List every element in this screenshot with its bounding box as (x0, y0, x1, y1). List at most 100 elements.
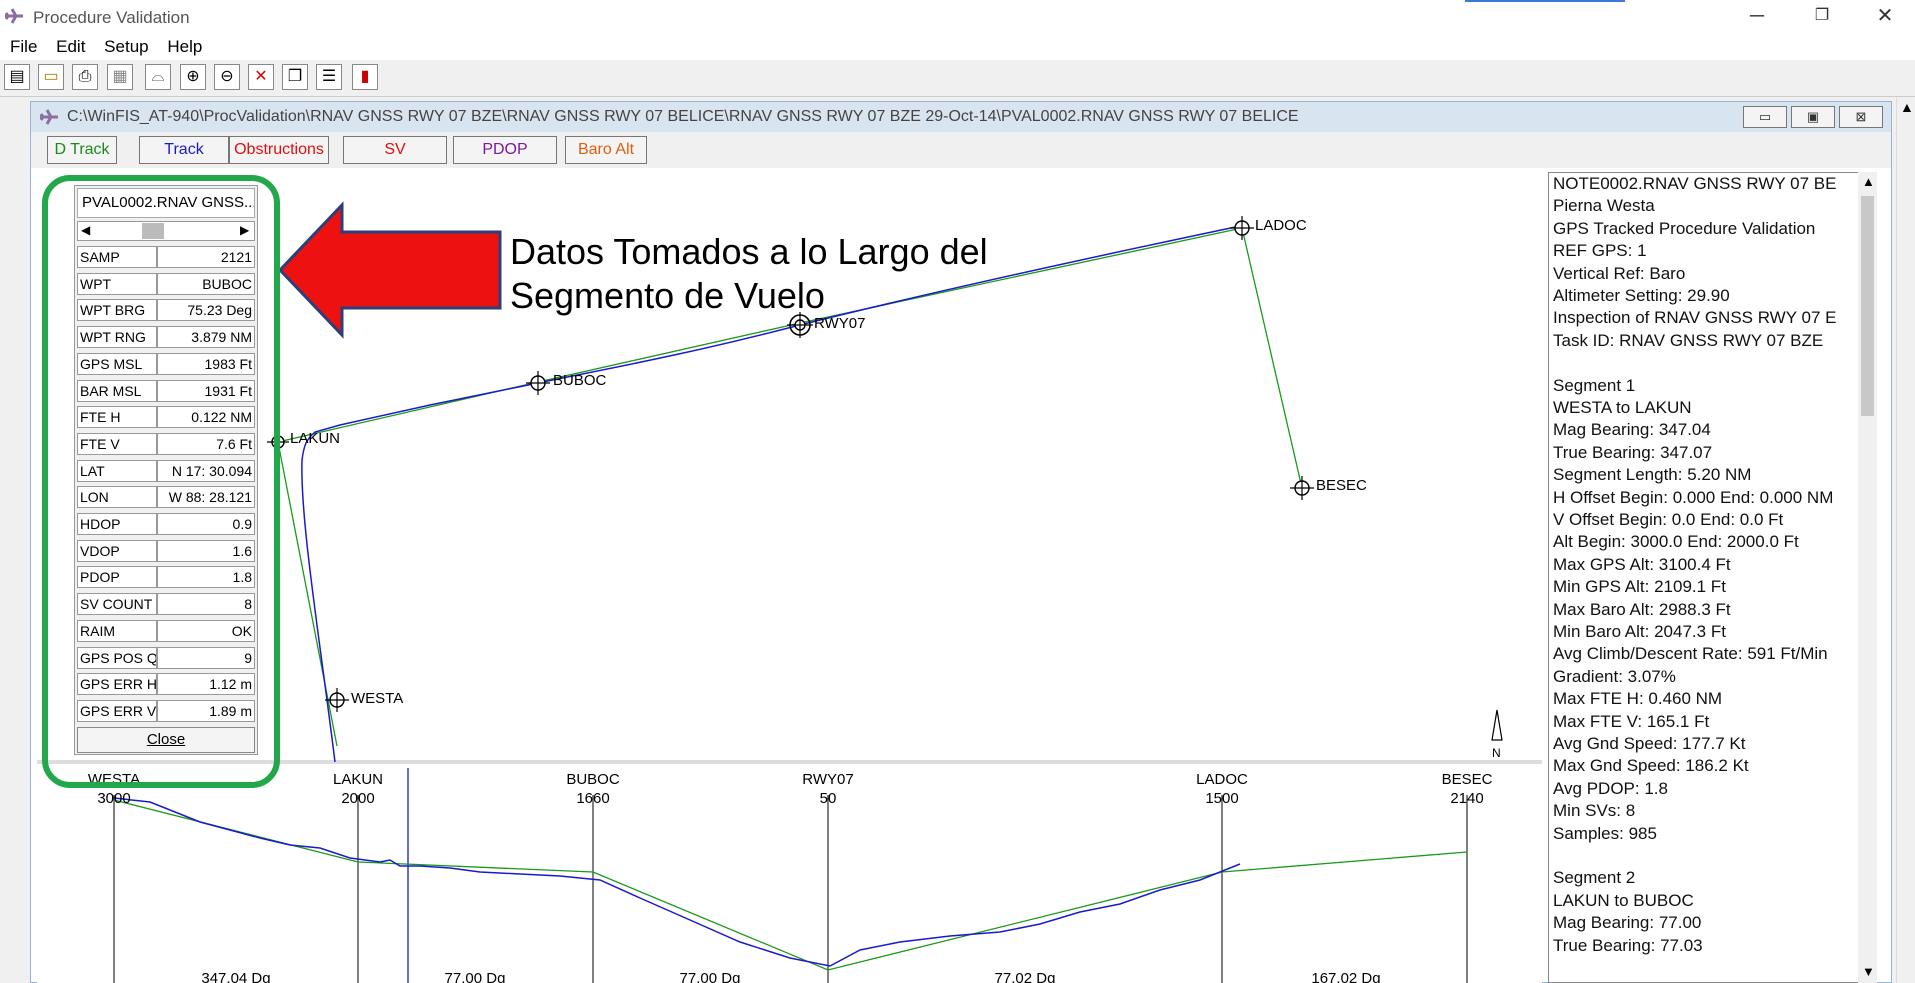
note-line: Vertical Ref: Baro (1553, 263, 1686, 283)
note-line: Max Baro Alt: 2988.3 Ft (1553, 599, 1731, 619)
annotation-line-1: Datos Tomados a lo Largo del (510, 231, 988, 272)
zoom-reset-icon[interactable]: ✕ (248, 64, 274, 90)
tab-baro-alt[interactable]: Baro Alt (565, 136, 647, 164)
waypoint-ladoc[interactable]: LADOC (1230, 216, 1307, 240)
menu-file[interactable]: File (10, 34, 37, 57)
child-restore-button[interactable]: ▣ (1791, 106, 1835, 128)
profile-station-name: LADOC (1196, 771, 1248, 788)
note-line: Alt Begin: 3000.0 End: 2000.0 Ft (1553, 532, 1799, 552)
segment-bearing: 77.02 Dg (995, 970, 1056, 983)
menu-edit[interactable]: Edit (56, 34, 85, 57)
notes-panel[interactable]: NOTE0002.RNAV GNSS RWY 07 BE Pierna Westa… (1548, 172, 1866, 983)
waypoint-label: BESEC (1316, 477, 1367, 494)
note-line: NOTE0002.RNAV GNSS RWY 07 BE (1553, 174, 1837, 193)
note-line: Mag Bearing: 347.04 (1553, 420, 1711, 440)
close-button[interactable]: ✕ (1858, 0, 1912, 34)
accent-line (1465, 0, 1625, 2)
profile-station-name: LAKUN (333, 771, 383, 788)
note-line: Min SVs: 8 (1553, 801, 1636, 821)
child-minimize-button[interactable]: ▭ (1743, 106, 1787, 128)
print-icon[interactable]: ⎙ (72, 64, 98, 90)
profile-station-alt: 3000 (97, 790, 130, 807)
note-line: Avg PDOP: 1.8 (1553, 778, 1668, 798)
exit-icon[interactable]: ▮ (352, 64, 378, 90)
note-line: Samples: 985 (1553, 823, 1657, 843)
note-line: GPS Tracked Procedure Validation (1553, 218, 1816, 238)
note-line: Gradient: 3.07% (1553, 666, 1676, 686)
note-line: Inspection of RNAV GNSS RWY 07 E (1553, 308, 1837, 328)
note-line: Mag Bearing: 77.00 (1553, 913, 1702, 933)
waypoint-buboc[interactable]: BUBOC (526, 371, 607, 395)
waypoint-label: LAKUN (290, 430, 340, 447)
scroll-up-icon[interactable]: ▲ (1862, 174, 1875, 189)
segment-bearing: 347.04 Dg (201, 970, 270, 983)
tab-label: Baro Alt (577, 141, 635, 158)
scroll-thumb[interactable] (1861, 196, 1874, 416)
segment-bearing: 167.02 Dg (1311, 970, 1380, 983)
note-line: WESTA to LAKUN (1553, 398, 1692, 417)
profile-station-name: BUBOC (566, 771, 620, 788)
zoom-in-icon[interactable]: ⊕ (180, 64, 206, 90)
profile-station-alt: 1660 (576, 790, 609, 807)
profile-station-alt: 2140 (1450, 790, 1483, 807)
scroll-up-icon[interactable]: ▲ (1900, 99, 1914, 115)
menu-help[interactable]: Help (167, 34, 202, 57)
scroll-down-icon[interactable]: ▼ (1862, 964, 1875, 979)
child-title-bar: C:\WinFIS_AT-940\ProcValidation\RNAV GNS… (31, 102, 1891, 132)
menu-bar: File Edit Setup Help (0, 34, 1915, 60)
note-line: Segment 2 (1553, 868, 1636, 888)
note-line: Segment Length: 5.20 NM (1553, 465, 1752, 485)
zoom-out-icon[interactable]: ⊖ (214, 64, 240, 90)
tab-obstructions[interactable]: Obstructions (229, 136, 329, 164)
annotation-arrow-icon (277, 201, 502, 339)
airplane-icon (4, 8, 23, 24)
open-icon[interactable]: ▭ (38, 64, 64, 90)
note-line: Avg Gnd Speed: 177.7 Kt (1553, 734, 1746, 753)
profile-station-alt: 2000 (341, 790, 374, 807)
child-close-button[interactable]: ⊠ (1839, 106, 1883, 128)
notes-scrollbar[interactable]: ▲ ▼ (1858, 172, 1877, 983)
note-line: H Offset Begin: 0.000 End: 0.000 NM (1553, 487, 1834, 507)
profile-station-name: BESEC (1442, 771, 1493, 788)
note-line: True Bearing: 77.03 (1553, 935, 1703, 955)
note-line: Min GPS Alt: 2109.1 Ft (1553, 577, 1726, 597)
profile-icon[interactable]: ⌓ (145, 64, 171, 90)
tab-label: SV (384, 141, 406, 158)
note-line: Pierna Westa (1553, 196, 1655, 216)
note-line: Avg Climb/Descent Rate: 591 Ft/Min (1553, 644, 1828, 664)
flown-profile (113, 797, 1241, 967)
tab-track[interactable]: Track (139, 136, 229, 164)
note-line: Max GPS Alt: 3100.4 Ft (1553, 554, 1731, 574)
waypoint-besec[interactable]: BESEC (1290, 476, 1367, 500)
toolbar: ▤ ▭ ⎙ ▦ ⌓ ⊕ ⊖ ✕ ❐ ☰ ▮ (0, 60, 1915, 97)
new-icon[interactable]: ▤ (4, 64, 30, 90)
minimize-button[interactable]: ─ (1730, 0, 1784, 34)
window-cascade-icon[interactable]: ❐ (282, 64, 308, 90)
note-line: True Bearing: 347.07 (1553, 442, 1713, 462)
note-line: V Offset Begin: 0.0 End: 0.0 Ft (1553, 510, 1784, 529)
note-line: Max Gnd Speed: 186.2 Kt (1553, 756, 1749, 776)
profile-station-name: RWY07 (802, 771, 853, 788)
note-line: Min Baro Alt: 2047.3 Ft (1553, 622, 1726, 641)
main-scrollbar[interactable]: ▲ (1896, 97, 1915, 983)
preview-icon[interactable]: ▦ (107, 64, 133, 90)
menu-setup[interactable]: Setup (104, 34, 148, 57)
note-line: REF GPS: 1 (1553, 241, 1647, 261)
restore-button[interactable]: ❐ (1795, 0, 1849, 34)
note-line: Max FTE V: 165.1 Ft (1553, 711, 1710, 731)
tab-label: PDOP (482, 141, 528, 158)
tab-d-track[interactable]: D Track (47, 136, 117, 164)
profile-station-alt: 50 (820, 790, 837, 807)
north-label: N (1492, 746, 1501, 760)
north-arrow-icon: N (1491, 709, 1503, 760)
waypoint-label: BUBOC (553, 372, 607, 389)
waypoint-westa[interactable]: WESTA (325, 688, 403, 712)
tab-sv[interactable]: SV (343, 136, 447, 164)
note-line: Segment 1 (1553, 375, 1636, 395)
tab-pdop[interactable]: PDOP (453, 136, 557, 164)
window-tile-icon[interactable]: ☰ (316, 64, 342, 90)
view-tab-bar: D Track Track Obstructions SV PDOP Baro … (31, 132, 1891, 168)
vertical-profile: WESTA 3000 LAKUN 2000 BUBOC 1660 RWY07 5… (88, 768, 1493, 983)
airplane-icon (39, 109, 58, 125)
annotation-text: Datos Tomados a lo Largo del Segmento de… (510, 230, 988, 318)
